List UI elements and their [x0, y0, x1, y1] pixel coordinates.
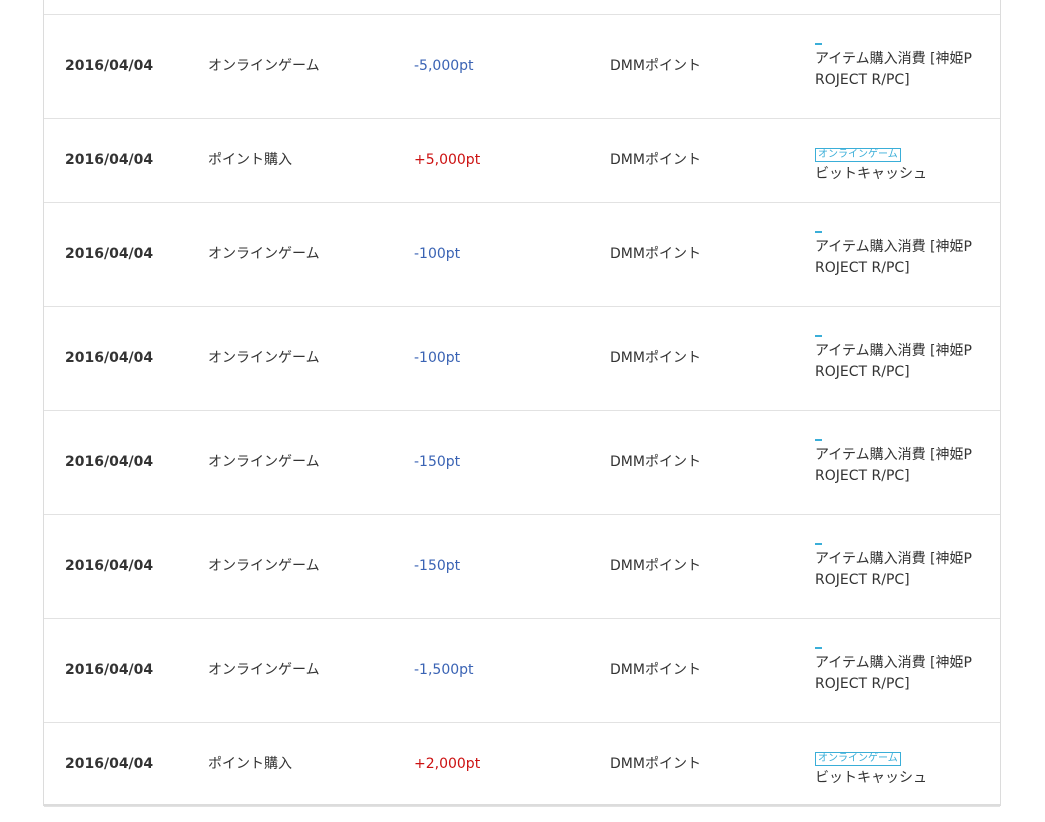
amount-cell: +5,000pt — [414, 152, 481, 168]
method-cell: DMMポイント — [610, 662, 701, 678]
table-row: 2016/04/04 オンラインゲーム -100pt DMMポイント アイテム購入消費 … — [44, 307, 1000, 411]
category-link[interactable] — [815, 43, 822, 45]
amount-cell: -5,000pt — [414, 58, 474, 74]
amount-cell: -150pt — [414, 454, 461, 470]
date-cell: 2016/04/04 — [65, 454, 154, 470]
method-cell: DMMポイント — [610, 246, 701, 262]
detail-line: ROJECT R/PC] — [815, 676, 910, 692]
table-row-partial — [44, 0, 1000, 15]
method-cell: DMMポイント — [610, 454, 701, 470]
method-cell: DMMポイント — [610, 558, 701, 574]
detail-cell: アイテム購入消費 [神姫P ROJECT R/PC] — [815, 647, 990, 695]
type-cell: オンラインゲーム — [208, 662, 320, 678]
detail-cell: アイテム購入消費 [神姫P ROJECT R/PC] — [815, 439, 990, 487]
detail-line: アイテム購入消費 [神姫P — [815, 343, 972, 359]
category-link[interactable] — [815, 543, 822, 545]
table-row: 2016/04/04 ポイント購入 +5,000pt DMMポイント オンラインゲームビ… — [44, 119, 1000, 203]
amount-cell: -100pt — [414, 350, 461, 366]
amount-cell: -1,500pt — [414, 662, 474, 678]
table-row: 2016/04/04 オンラインゲーム -1,500pt DMMポイント アイテム購入消… — [44, 619, 1000, 723]
detail-line: アイテム購入消費 [神姫P — [815, 551, 972, 567]
date-cell: 2016/04/04 — [65, 246, 154, 262]
detail-line: ROJECT R/PC] — [815, 260, 910, 276]
history-table: 2016/04/04 オンラインゲーム -5,000pt DMMポイント アイテム購入消… — [43, 0, 1001, 807]
detail-cell: アイテム購入消費 [神姫P ROJECT R/PC] — [815, 335, 990, 383]
detail-cell: アイテム購入消費 [神姫P ROJECT R/PC] — [815, 231, 990, 279]
method-cell: DMMポイント — [610, 58, 701, 74]
category-tag[interactable]: オンラインゲーム — [815, 752, 901, 766]
detail-line: ROJECT R/PC] — [815, 468, 910, 484]
type-cell: オンラインゲーム — [208, 350, 320, 366]
table-row: 2016/04/04 ポイント購入 +2,000pt DMMポイント オンラインゲームビ… — [44, 723, 1000, 807]
detail-line: アイテム購入消費 [神姫P — [815, 655, 972, 671]
table-row: 2016/04/04 オンラインゲーム -5,000pt DMMポイント アイテム購入消… — [44, 15, 1000, 119]
detail-line: ROJECT R/PC] — [815, 572, 910, 588]
category-link[interactable] — [815, 439, 822, 441]
type-cell: オンラインゲーム — [208, 246, 320, 262]
method-cell: DMMポイント — [610, 152, 701, 168]
type-cell: オンラインゲーム — [208, 558, 320, 574]
detail-cell: オンラインゲームビットキャッシュ — [815, 747, 990, 789]
type-cell: オンラインゲーム — [208, 58, 320, 74]
table-row: 2016/04/04 オンラインゲーム -100pt DMMポイント アイテム購入消費 … — [44, 203, 1000, 307]
date-cell: 2016/04/04 — [65, 756, 154, 772]
date-cell: 2016/04/04 — [65, 152, 154, 168]
date-cell: 2016/04/04 — [65, 662, 154, 678]
category-link[interactable] — [815, 231, 822, 233]
date-cell: 2016/04/04 — [65, 350, 154, 366]
detail-cell: アイテム購入消費 [神姫P ROJECT R/PC] — [815, 43, 990, 91]
type-cell: ポイント購入 — [208, 152, 292, 168]
detail-line: ROJECT R/PC] — [815, 364, 910, 380]
detail-line: ビットキャッシュ — [815, 770, 927, 786]
date-cell: 2016/04/04 — [65, 558, 154, 574]
detail-cell: オンラインゲームビットキャッシュ — [815, 143, 990, 185]
type-cell: オンラインゲーム — [208, 454, 320, 470]
table-row: 2016/04/04 オンラインゲーム -150pt DMMポイント アイテム購入消費 … — [44, 411, 1000, 515]
method-cell: DMMポイント — [610, 756, 701, 772]
table-row: 2016/04/04 オンラインゲーム -150pt DMMポイント アイテム購入消費 … — [44, 515, 1000, 619]
category-link[interactable] — [815, 647, 822, 649]
method-cell: DMMポイント — [610, 350, 701, 366]
detail-cell: アイテム購入消費 [神姫P ROJECT R/PC] — [815, 543, 990, 591]
category-link[interactable] — [815, 335, 822, 337]
detail-line: ROJECT R/PC] — [815, 72, 910, 88]
detail-line: アイテム購入消費 [神姫P — [815, 447, 972, 463]
date-cell: 2016/04/04 — [65, 58, 154, 74]
detail-line: アイテム購入消費 [神姫P — [815, 239, 972, 255]
amount-cell: -100pt — [414, 246, 461, 262]
detail-line: ビットキャッシュ — [815, 166, 927, 182]
category-tag[interactable]: オンラインゲーム — [815, 148, 901, 162]
amount-cell: +2,000pt — [414, 756, 481, 772]
amount-cell: -150pt — [414, 558, 461, 574]
detail-line: アイテム購入消費 [神姫P — [815, 51, 972, 67]
type-cell: ポイント購入 — [208, 756, 292, 772]
